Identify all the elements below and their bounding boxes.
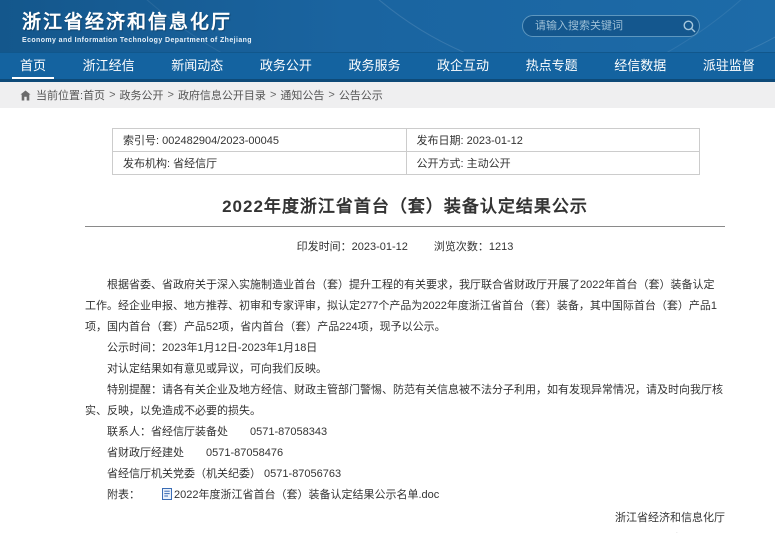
doc-pubdate-value: 2023-01-12: [467, 135, 523, 147]
nav-item-interaction[interactable]: 政企互动: [427, 53, 499, 79]
attachment-label: 附表：: [107, 489, 140, 501]
doc-index-label: 索引号:: [123, 135, 159, 147]
doc-info-table: 索引号: 002482904/2023-00045 发布日期: 2023-01-…: [112, 128, 700, 175]
paragraph-contact: 联系人：省经信厅装备处 0571-87058343: [85, 422, 725, 443]
nav-item-data[interactable]: 经信数据: [604, 53, 676, 79]
article-content: 索引号: 002482904/2023-00045 发布日期: 2023-01-…: [0, 108, 775, 533]
paragraph: 根据省委、省政府关于深入实施制造业首台（套）提升工程的有关要求，我厅联合省财政厅…: [85, 275, 725, 338]
page-title: 2022年度浙江省首台（套）装备认定结果公示: [85, 192, 725, 217]
paragraph-contact: 省财政厅经建处 0571-87058476: [85, 443, 725, 464]
page: 浙江省经济和信息化厅 Economy and Information Techn…: [0, 0, 775, 533]
breadcrumb-item-gov-open[interactable]: 政务公开: [120, 87, 164, 103]
breadcrumb-prefix: 当前位置:: [36, 87, 83, 103]
nav-item-gov-open[interactable]: 政务公开: [250, 53, 322, 79]
article-body: 根据省委、省政府关于深入实施制造业首台（套）提升工程的有关要求，我厅联合省财政厅…: [85, 275, 725, 508]
search-icon[interactable]: [683, 20, 702, 33]
site-logo: 浙江省经济和信息化厅 Economy and Information Techn…: [22, 7, 252, 44]
paragraph: 公示时间：2023年1月12日-2023年1月18日: [85, 338, 725, 359]
doc-openmode-cell: 公开方式: 主动公开: [406, 152, 700, 175]
article: 2022年度浙江省首台（套）装备认定结果公示 印发时间：2023-01-12 浏览…: [85, 192, 725, 533]
breadcrumb-separator: >: [109, 89, 115, 101]
breadcrumb: 当前位置:首页 > 政务公开 > 政府信息公开目录 > 通知公告 > 公告公示: [0, 82, 775, 108]
nav-item-hot-topics[interactable]: 热点专题: [516, 53, 588, 79]
nav-item-news[interactable]: 新闻动态: [161, 53, 233, 79]
site-subtitle: Economy and Information Technology Depar…: [22, 37, 252, 44]
title-divider: [85, 226, 725, 227]
nav-item-gov-service[interactable]: 政务服务: [338, 53, 410, 79]
doc-openmode-value: 主动公开: [467, 158, 511, 170]
doc-pubdate-label: 发布日期:: [417, 135, 464, 147]
article-meta: 印发时间：2023-01-12 浏览次数：1213: [85, 238, 725, 254]
nav-item-zhejiang-jingxin[interactable]: 浙江经信: [73, 53, 145, 79]
paragraph: 特别提醒：请各有关企业及地方经信、财政主管部门警惕、防范有关信息被不法分子利用，…: [85, 380, 725, 422]
search-input[interactable]: [523, 20, 683, 32]
home-icon: [20, 90, 31, 101]
doc-file-icon: [140, 487, 172, 508]
nav-item-home[interactable]: 首页: [10, 53, 56, 79]
table-row: 发布机构: 省经信厅 公开方式: 主动公开: [113, 152, 700, 175]
table-row: 索引号: 002482904/2023-00045 发布日期: 2023-01-…: [113, 129, 700, 152]
print-time-value: 2023-01-12: [352, 241, 408, 253]
breadcrumb-separator: >: [168, 89, 174, 101]
doc-puborg-label: 发布机构:: [123, 158, 170, 170]
signature-org: 浙江省经济和信息化厅: [85, 508, 725, 529]
attachment-name: 2022年度浙江省首台（套）装备认定结果公示名单.doc: [174, 489, 439, 501]
search-box: [522, 15, 700, 37]
doc-puborg-value: 省经信厅: [173, 158, 217, 170]
breadcrumb-item-info-catalog[interactable]: 政府信息公开目录: [178, 87, 266, 103]
paragraph: 对认定结果如有意见或异议，可向我们反映。: [85, 359, 725, 380]
print-time-label: 印发时间：: [297, 241, 352, 253]
doc-pubdate-cell: 发布日期: 2023-01-12: [406, 129, 700, 152]
main-nav: 首页 浙江经信 新闻动态 政务公开 政务服务 政企互动 热点专题 经信数据 派驻…: [0, 52, 775, 82]
breadcrumb-separator: >: [270, 89, 276, 101]
breadcrumb-item-home[interactable]: 首页: [83, 87, 105, 103]
doc-puborg-cell: 发布机构: 省经信厅: [113, 152, 407, 175]
nav-item-supervision[interactable]: 派驻监督: [693, 53, 765, 79]
breadcrumb-item-announcements[interactable]: 公告公示: [339, 87, 383, 103]
breadcrumb-separator: >: [328, 89, 334, 101]
paragraph-contact: 省经信厅机关党委（机关纪委） 0571-87056763: [85, 464, 725, 485]
doc-index-value: 002482904/2023-00045: [162, 135, 279, 147]
site-header: 浙江省经济和信息化厅 Economy and Information Techn…: [0, 0, 775, 52]
site-title: 浙江省经济和信息化厅: [22, 7, 252, 34]
signature-block: 浙江省经济和信息化厅 2023年1月12日: [85, 508, 725, 533]
breadcrumb-item-notices[interactable]: 通知公告: [280, 87, 324, 103]
views-value: 1213: [489, 241, 513, 253]
views-label: 浏览次数：: [434, 241, 489, 253]
doc-openmode-label: 公开方式:: [417, 158, 464, 170]
attachment-link[interactable]: 2022年度浙江省首台（套）装备认定结果公示名单.doc: [140, 489, 439, 501]
attachment-line: 附表： 2022年度浙江省首台（套）装备认定结果公示名单.doc: [85, 485, 725, 508]
doc-index-cell: 索引号: 002482904/2023-00045: [113, 129, 407, 152]
signature-date: 2023年1月12日: [85, 529, 725, 533]
